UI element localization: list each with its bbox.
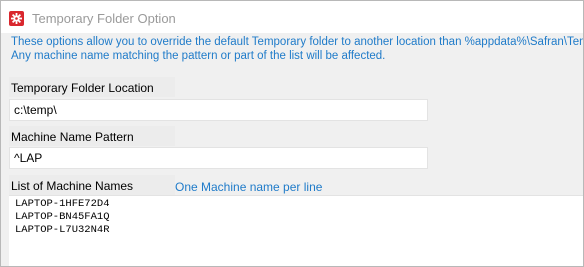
machine-list-textarea[interactable]: LAPTOP-1HFE72D4 LAPTOP-BN45FA1Q LAPTOP-L… <box>9 195 583 266</box>
list-item: LAPTOP-1HFE72D4 <box>15 198 110 210</box>
title-bar[interactable]: Temporary Folder Option <box>1 1 583 33</box>
list-item: LAPTOP-L7U32N4R <box>15 224 110 236</box>
dialog-window: Temporary Folder Option These options al… <box>0 0 584 267</box>
machine-pattern-label: Machine Name Pattern <box>11 130 134 144</box>
temp-folder-label: Temporary Folder Location <box>11 81 154 95</box>
description-line-2: Any machine name matching the pattern or… <box>11 50 386 62</box>
window-title: Temporary Folder Option <box>32 11 176 26</box>
machine-list-label: List of Machine Names <box>11 179 134 193</box>
description-text: These options allow you to override the … <box>11 35 584 63</box>
machine-pattern-input[interactable]: ^LAP <box>9 147 428 169</box>
list-item: LAPTOP-BN45FA1Q <box>15 211 110 223</box>
gear-icon <box>9 11 24 26</box>
description-line-1: These options allow you to override the … <box>11 36 584 48</box>
machine-list-hint: One Machine name per line <box>175 180 323 194</box>
temp-folder-input[interactable]: c:\temp\ <box>9 99 428 121</box>
